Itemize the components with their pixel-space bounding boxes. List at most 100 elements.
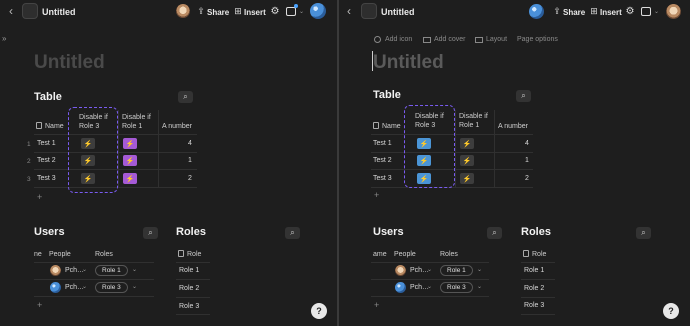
chevron-down-icon[interactable]: ⌄ — [132, 266, 137, 273]
layout-option[interactable]: Layout — [486, 36, 507, 43]
disable-role1-button[interactable]: ⚡ — [460, 138, 474, 149]
expand-sidebar-icon[interactable]: » — [2, 34, 6, 43]
chevron-down-icon[interactable]: ⌄ — [477, 283, 482, 290]
page-options-option[interactable]: Page options — [517, 36, 558, 43]
role-pill[interactable]: Role 1 — [95, 265, 128, 276]
page-title[interactable]: Untitled — [34, 52, 105, 74]
chevron-down-icon[interactable]: ⌄ — [427, 266, 432, 273]
gear-icon[interactable]: ⚙ — [270, 5, 280, 17]
role-pill[interactable]: Role 3 — [95, 282, 128, 293]
col-name-partial[interactable]: ame — [373, 250, 387, 259]
back-icon[interactable]: ‹ — [6, 4, 16, 18]
comments-icon[interactable] — [286, 7, 296, 16]
add-icon-icon[interactable] — [374, 36, 381, 43]
col-roles[interactable]: Roles — [95, 250, 113, 259]
help-button[interactable]: ? — [311, 303, 327, 319]
col-roles[interactable]: Roles — [440, 250, 458, 259]
insert-button[interactable]: Insert — [244, 8, 266, 17]
roles-heading: Roles — [176, 226, 206, 238]
insert-icon[interactable]: ⊞ — [233, 5, 243, 17]
disable-role1-button[interactable]: ⚡ — [123, 155, 137, 166]
disable-role1-button[interactable]: ⚡ — [460, 155, 474, 166]
col-disable-role1[interactable]: Disable if Role 1 — [122, 113, 158, 131]
role-cell[interactable]: Role 1 — [179, 267, 199, 274]
layout-icon[interactable] — [475, 37, 483, 43]
gear-icon[interactable]: ⚙ — [625, 5, 635, 17]
insert-icon[interactable]: ⊞ — [589, 5, 599, 17]
cell-name[interactable]: Test 1 — [373, 140, 392, 147]
role-pill[interactable]: Role 1 — [440, 265, 473, 276]
chevron-down-icon[interactable]: ⌄ — [427, 283, 432, 290]
share-button[interactable]: Share — [563, 8, 585, 17]
col-role[interactable]: Role — [187, 250, 201, 259]
col-people[interactable]: People — [394, 250, 416, 259]
add-row-button[interactable]: + — [37, 192, 42, 202]
cell-number[interactable]: 2 — [188, 175, 192, 182]
table-search-icon[interactable]: ⌕ — [178, 91, 193, 103]
add-row-button[interactable]: + — [37, 300, 42, 310]
comments-icon[interactable] — [641, 7, 651, 16]
chevron-down-icon[interactable]: ⌄ — [299, 8, 304, 15]
col-disable-role1[interactable]: Disable if Role 1 — [459, 112, 495, 130]
cell-number[interactable]: 1 — [525, 157, 529, 164]
cell-name[interactable]: Test 2 — [373, 157, 392, 164]
roles-search-icon[interactable]: ⌕ — [636, 227, 651, 239]
col-a-number[interactable]: A number — [498, 122, 528, 131]
insert-button[interactable]: Insert — [600, 8, 622, 17]
chevron-down-icon[interactable]: ⌄ — [477, 266, 482, 273]
role-cell[interactable]: Role 2 — [524, 285, 544, 292]
users-search-icon[interactable]: ⌕ — [143, 227, 158, 239]
document-icon — [22, 3, 38, 19]
chevron-down-icon[interactable]: ⌄ — [132, 283, 137, 290]
table-search-icon[interactable]: ⌕ — [516, 90, 531, 102]
divider — [176, 279, 210, 280]
divider — [521, 314, 555, 315]
cell-number[interactable]: 2 — [525, 175, 529, 182]
col-name-partial[interactable]: ne — [34, 250, 42, 259]
col-name[interactable]: Name — [45, 122, 64, 131]
disable-role1-button[interactable]: ⚡ — [460, 173, 474, 184]
cell-name[interactable]: Test 3 — [373, 175, 392, 182]
workspace-avatar[interactable] — [529, 4, 544, 19]
chevron-down-icon[interactable]: ⌄ — [82, 266, 87, 273]
share-button[interactable]: Share — [207, 8, 229, 17]
col-a-number[interactable]: A number — [162, 122, 192, 131]
user-avatar[interactable] — [176, 4, 190, 18]
share-icon[interactable]: ⇪ — [196, 5, 206, 17]
user-avatar[interactable] — [666, 4, 681, 19]
cell-name[interactable]: Test 3 — [37, 175, 56, 182]
cell-number[interactable]: 4 — [188, 140, 192, 147]
share-icon[interactable]: ⇪ — [552, 5, 562, 17]
role-cell[interactable]: Role 2 — [179, 285, 199, 292]
role-cell[interactable]: Role 1 — [524, 267, 544, 274]
users-heading: Users — [34, 226, 65, 238]
add-cover-option[interactable]: Add cover — [434, 36, 466, 43]
role-cell[interactable]: Role 3 — [524, 302, 544, 309]
add-icon-option[interactable]: Add icon — [385, 36, 412, 43]
roles-search-icon[interactable]: ⌕ — [285, 227, 300, 239]
page-title[interactable]: Untitled — [373, 52, 444, 74]
add-row-button[interactable]: + — [374, 190, 379, 200]
role-cell[interactable]: Role 3 — [179, 303, 199, 310]
chevron-down-icon[interactable]: ⌄ — [82, 283, 87, 290]
roles-heading: Roles — [521, 226, 551, 238]
disable-role1-button[interactable]: ⚡ — [123, 173, 137, 184]
cell-name[interactable]: Test 1 — [37, 140, 56, 147]
divider — [34, 279, 154, 280]
col-name[interactable]: Name — [382, 122, 401, 131]
back-icon[interactable]: ‹ — [344, 4, 354, 18]
chevron-down-icon[interactable]: ⌄ — [654, 8, 659, 15]
add-cover-icon[interactable] — [423, 37, 431, 43]
add-row-button[interactable]: + — [374, 300, 379, 310]
workspace-avatar[interactable] — [310, 3, 326, 19]
cell-name[interactable]: Test 2 — [37, 157, 56, 164]
cell-number[interactable]: 1 — [188, 157, 192, 164]
disable-role1-button[interactable]: ⚡ — [123, 138, 137, 149]
col-people[interactable]: People — [49, 250, 71, 259]
cell-number[interactable]: 4 — [525, 140, 529, 147]
users-search-icon[interactable]: ⌕ — [487, 227, 502, 239]
role-pill[interactable]: Role 3 — [440, 282, 473, 293]
divider — [158, 110, 159, 187]
help-button[interactable]: ? — [663, 303, 679, 319]
col-role[interactable]: Role — [532, 250, 546, 259]
